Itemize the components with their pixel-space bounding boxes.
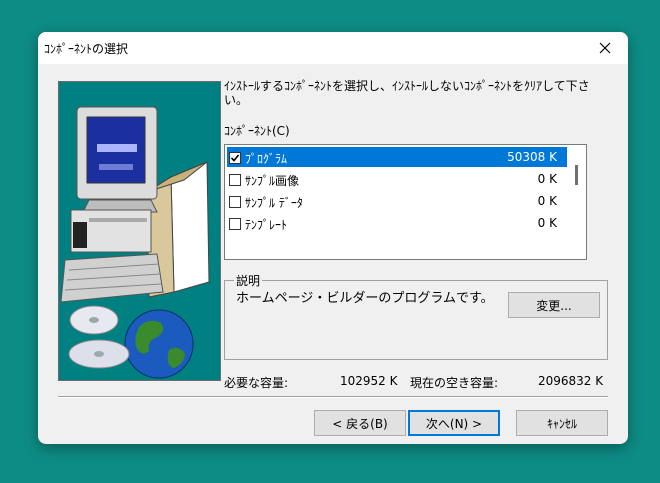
close-icon [599,42,611,54]
component-name: ｻﾝﾌﾟﾙ画像 [245,174,300,188]
component-size: 0 K [537,216,557,230]
component-item-templates[interactable]: ﾃﾝﾌﾟﾚｰﾄ 0 K [227,213,567,233]
component-size: 0 K [537,194,557,208]
description-label: 説明 [234,272,263,289]
list-scrollbar[interactable] [575,165,578,185]
component-checkbox[interactable] [229,196,241,208]
component-size: 0 K [537,172,557,186]
required-space-label: 必要な容量: [224,376,289,390]
next-button[interactable]: 次へ(N) > [408,410,500,436]
component-checkbox[interactable] [229,152,241,164]
component-name: ﾌﾟﾛｸﾞﾗﾑ [245,152,288,166]
window-title: ｺﾝﾎﾟｰﾈﾝﾄの選択 [44,42,129,56]
component-listbox[interactable]: ﾌﾟﾛｸﾞﾗﾑ 50308 K ｻﾝﾌﾟﾙ画像 0 K ｻﾝﾌﾟﾙ ﾃﾞｰﾀ 0… [224,144,587,260]
component-checkbox[interactable] [229,174,241,186]
component-list-label: ｺﾝﾎﾟｰﾈﾝﾄ(C) [224,124,290,138]
component-name: ｻﾝﾌﾟﾙ ﾃﾞｰﾀ [245,196,303,210]
instruction-text: ｲﾝｽﾄｰﾙするｺﾝﾎﾟｰﾈﾝﾄを選択し、ｲﾝｽﾄｰﾙしないｺﾝﾎﾟｰﾈﾝﾄをｸ… [224,79,590,107]
title-bar: ｺﾝﾎﾟｰﾈﾝﾄの選択 [38,32,628,64]
change-button[interactable]: 変更... [508,292,600,318]
required-space-value: 102952 K [340,374,398,388]
component-item-sample-images[interactable]: ｻﾝﾌﾟﾙ画像 0 K [227,169,567,189]
close-button[interactable] [582,32,628,64]
separator [58,396,608,398]
component-selection-dialog: ｺﾝﾎﾟｰﾈﾝﾄの選択 ｲﾝｽﾄｰﾙするｺﾝﾎﾟｰﾈﾝﾄを選択し、ｲﾝｽﾄｰﾙし… [38,32,628,444]
free-space-label: 現在の空き容量: [410,376,499,390]
component-item-program[interactable]: ﾌﾟﾛｸﾞﾗﾑ 50308 K [227,147,567,167]
setup-illustration [58,81,221,381]
back-button[interactable]: < 戻る(B) [314,410,406,436]
computer-and-globe-illustration [60,106,210,379]
component-item-sample-data[interactable]: ｻﾝﾌﾟﾙ ﾃﾞｰﾀ 0 K [227,191,567,211]
component-size: 50308 K [507,150,557,164]
component-name: ﾃﾝﾌﾟﾚｰﾄ [245,218,288,232]
cancel-button[interactable]: ｷｬﾝｾﾙ [516,410,608,436]
free-space-value: 2096832 K [538,374,604,388]
description-text: ホームページ・ビルダーのプログラムです。 [236,291,494,306]
component-checkbox[interactable] [229,218,241,230]
checkmark-icon [230,154,240,162]
